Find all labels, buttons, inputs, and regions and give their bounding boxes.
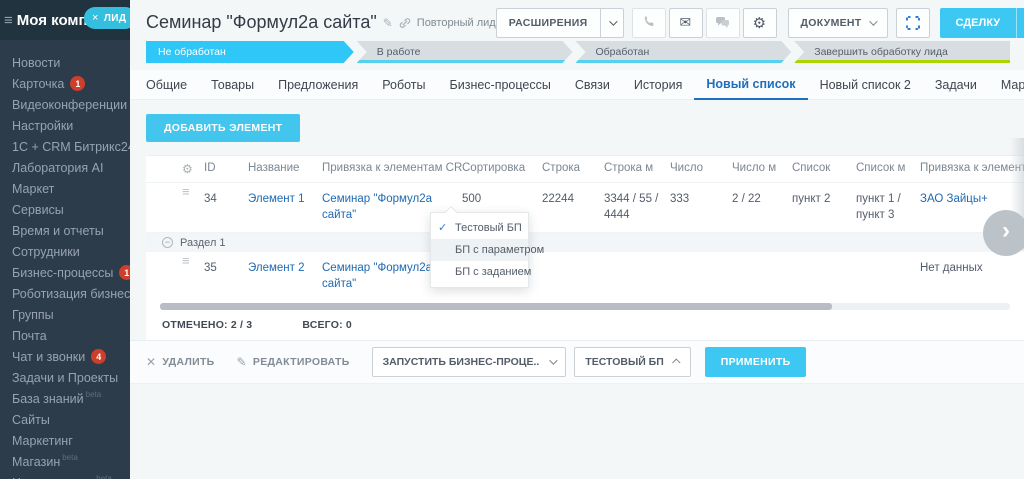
sidebar-item-sales-center[interactable]: Центр продажbeta (12, 472, 130, 479)
bp-menu-item-test[interactable]: ✓ Тестовый БП (431, 217, 528, 239)
hamburger-menu-icon[interactable]: ≡ (4, 12, 13, 29)
sidebar-item-employees[interactable]: Сотрудники (12, 241, 130, 262)
bp-menu-item-param[interactable]: БП с параметром (431, 239, 528, 261)
sidebar-item-label: Карточка (12, 77, 64, 91)
sidebar-item-label: Время и отчеты (12, 224, 104, 238)
beta-label: beta (62, 453, 78, 462)
sidebar-item-label: Бизнес-процессы (12, 266, 113, 280)
sidebar-item-label: Центр продаж (12, 476, 94, 479)
sidebar-item-label: Лаборатория AI (12, 161, 103, 175)
sidebar: ≡ Моя компа × ЛИД Новости Карточка 1 Виде… (0, 0, 130, 479)
sidebar-item-label: Задачи и Проекты (12, 371, 118, 385)
notification-badge: 4 (91, 349, 106, 364)
sidebar-item-1c-crm[interactable]: 1С + CRM Битрикс24 (12, 136, 130, 157)
sidebar-item-label: База знаний (12, 392, 84, 406)
sidebar-item-ai-lab[interactable]: Лаборатория AI (12, 157, 130, 178)
notification-badge: 1 (119, 265, 130, 280)
sidebar-item-sites[interactable]: Сайты (12, 409, 130, 430)
sidebar-item-label: Чат и звонки (12, 350, 85, 364)
chevron-right-icon: › (1002, 219, 1010, 243)
sidebar-item-videoconf[interactable]: Видеоконференции (12, 94, 130, 115)
sidebar-item-label: Магазин (12, 455, 60, 469)
bp-dropdown-menu: ✓ Тестовый БП БП с параметром БП с задани… (430, 212, 529, 288)
sidebar-item-label: Настройки (12, 119, 73, 133)
check-icon: ✓ (438, 221, 447, 234)
sidebar-item-card[interactable]: Карточка 1 (12, 73, 130, 94)
sidebar-header: ≡ Моя компа × ЛИД (0, 0, 130, 40)
sidebar-item-chat-calls[interactable]: Чат и звонки 4 (12, 346, 130, 367)
sidebar-menu: Новости Карточка 1 Видеоконференции Настр… (0, 40, 130, 479)
sidebar-item-label: Видеоконференции (12, 98, 127, 112)
beta-label: beta (96, 474, 112, 479)
sidebar-item-news[interactable]: Новости (12, 52, 130, 73)
sidebar-item-label: Сотрудники (12, 245, 80, 259)
sidebar-item-label: Сайты (12, 413, 50, 427)
sidebar-item-label: 1С + CRM Битрикс24 (12, 140, 130, 154)
sidebar-item-settings[interactable]: Настройки (12, 115, 130, 136)
sidebar-item-time-reports[interactable]: Время и отчеты (12, 220, 130, 241)
sidebar-item-label: Маркетинг (12, 434, 73, 448)
bp-menu-item-label: Тестовый БП (455, 222, 522, 234)
sidebar-item-label: Сервисы (12, 203, 64, 217)
sidebar-item-shop[interactable]: Магазинbeta (12, 451, 130, 472)
sidebar-item-mail[interactable]: Почта (12, 325, 130, 346)
sidebar-item-groups[interactable]: Группы (12, 304, 130, 325)
sidebar-item-rpa[interactable]: Роботизация бизнес...beta (12, 283, 130, 304)
sidebar-item-label: Роботизация бизнес... (12, 287, 130, 301)
beta-label: beta (86, 390, 102, 399)
sidebar-item-label: Группы (12, 308, 54, 322)
bp-menu-item-task[interactable]: БП с заданием (431, 261, 528, 283)
lead-chip-label: ЛИД (104, 13, 127, 24)
notification-badge: 1 (70, 76, 85, 91)
bp-menu-item-label: БП с параметром (455, 244, 544, 256)
close-icon[interactable]: × (92, 12, 99, 24)
bp-menu-item-label: БП с заданием (455, 266, 531, 278)
sidebar-item-label: Новости (12, 56, 60, 70)
sidebar-item-market[interactable]: Маркет (12, 178, 130, 199)
sidebar-item-services[interactable]: Сервисы (12, 199, 130, 220)
sidebar-item-tasks-projects[interactable]: Задачи и Проекты (12, 367, 130, 388)
sidebar-item-label: Маркет (12, 182, 54, 196)
sidebar-item-label: Почта (12, 329, 47, 343)
lead-filter-chip[interactable]: × ЛИД (84, 7, 130, 29)
sidebar-item-marketing[interactable]: Маркетинг (12, 430, 130, 451)
sidebar-item-knowledge-base[interactable]: База знанийbeta (12, 388, 130, 409)
scroll-right-button[interactable]: › ▸ (983, 210, 1024, 256)
sidebar-item-business-processes[interactable]: Бизнес-процессы 1 (12, 262, 130, 283)
